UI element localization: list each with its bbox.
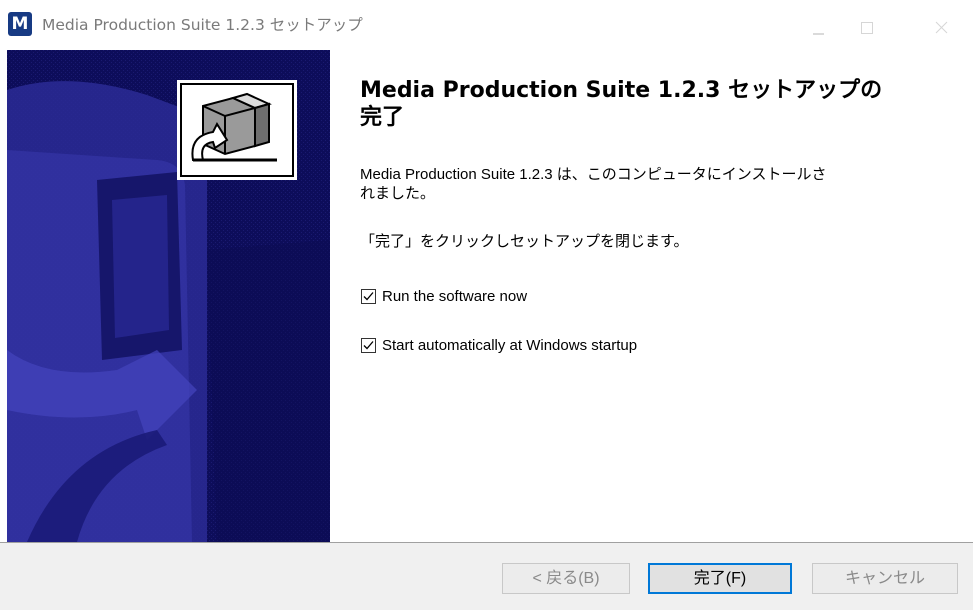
autostart-option[interactable]: Start automatically at Windows startup xyxy=(361,334,637,356)
run-now-option[interactable]: Run the software now xyxy=(361,285,527,307)
back-button[interactable]: < 戻る(B) xyxy=(502,563,630,594)
installer-box-icon xyxy=(177,80,297,180)
close-icon xyxy=(935,21,948,34)
run-now-label: Run the software now xyxy=(382,287,528,305)
page-title: Media Production Suite 1.2.3 セットアップの 完了 xyxy=(360,77,940,131)
app-icon: M xyxy=(8,12,32,36)
setup-window: M Media Production Suite 1.2.3 セットアップ Me… xyxy=(0,0,973,610)
banner-artwork xyxy=(7,50,330,542)
title-bar[interactable]: M Media Production Suite 1.2.3 セットアップ xyxy=(0,0,973,50)
completion-message-line2: れました。 xyxy=(360,185,436,202)
close-button[interactable] xyxy=(919,0,965,50)
wizard-banner xyxy=(7,50,330,542)
wizard-content: Media Production Suite 1.2.3 セットアップの 完了 … xyxy=(330,50,973,542)
checkmark-icon xyxy=(363,291,374,300)
checkmark-icon xyxy=(363,340,374,349)
minimize-icon xyxy=(813,33,824,35)
instruction-text: 「完了」をクリックしセットアップを閉じます。 xyxy=(360,233,689,250)
window-title: Media Production Suite 1.2.3 セットアップ xyxy=(42,16,363,34)
completion-message-line1: Media Production Suite 1.2.3 は、このコンピュータに… xyxy=(360,166,827,183)
button-bar: < 戻る(B) 完了(F) キャンセル xyxy=(0,542,973,610)
autostart-label: Start automatically at Windows startup xyxy=(382,336,638,354)
maximize-button[interactable] xyxy=(843,0,889,50)
run-now-checkbox[interactable] xyxy=(361,288,376,304)
completion-message: Media Production Suite 1.2.3 は、このコンピュータに… xyxy=(360,165,945,203)
maximize-icon xyxy=(861,22,873,34)
page-title-line2: 完了 xyxy=(360,105,405,130)
autostart-checkbox[interactable] xyxy=(361,337,376,353)
cancel-button[interactable]: キャンセル xyxy=(812,563,958,594)
page-title-line1: Media Production Suite 1.2.3 セットアップの xyxy=(360,78,883,103)
minimize-button[interactable] xyxy=(795,0,841,50)
finish-button[interactable]: 完了(F) xyxy=(648,563,792,594)
